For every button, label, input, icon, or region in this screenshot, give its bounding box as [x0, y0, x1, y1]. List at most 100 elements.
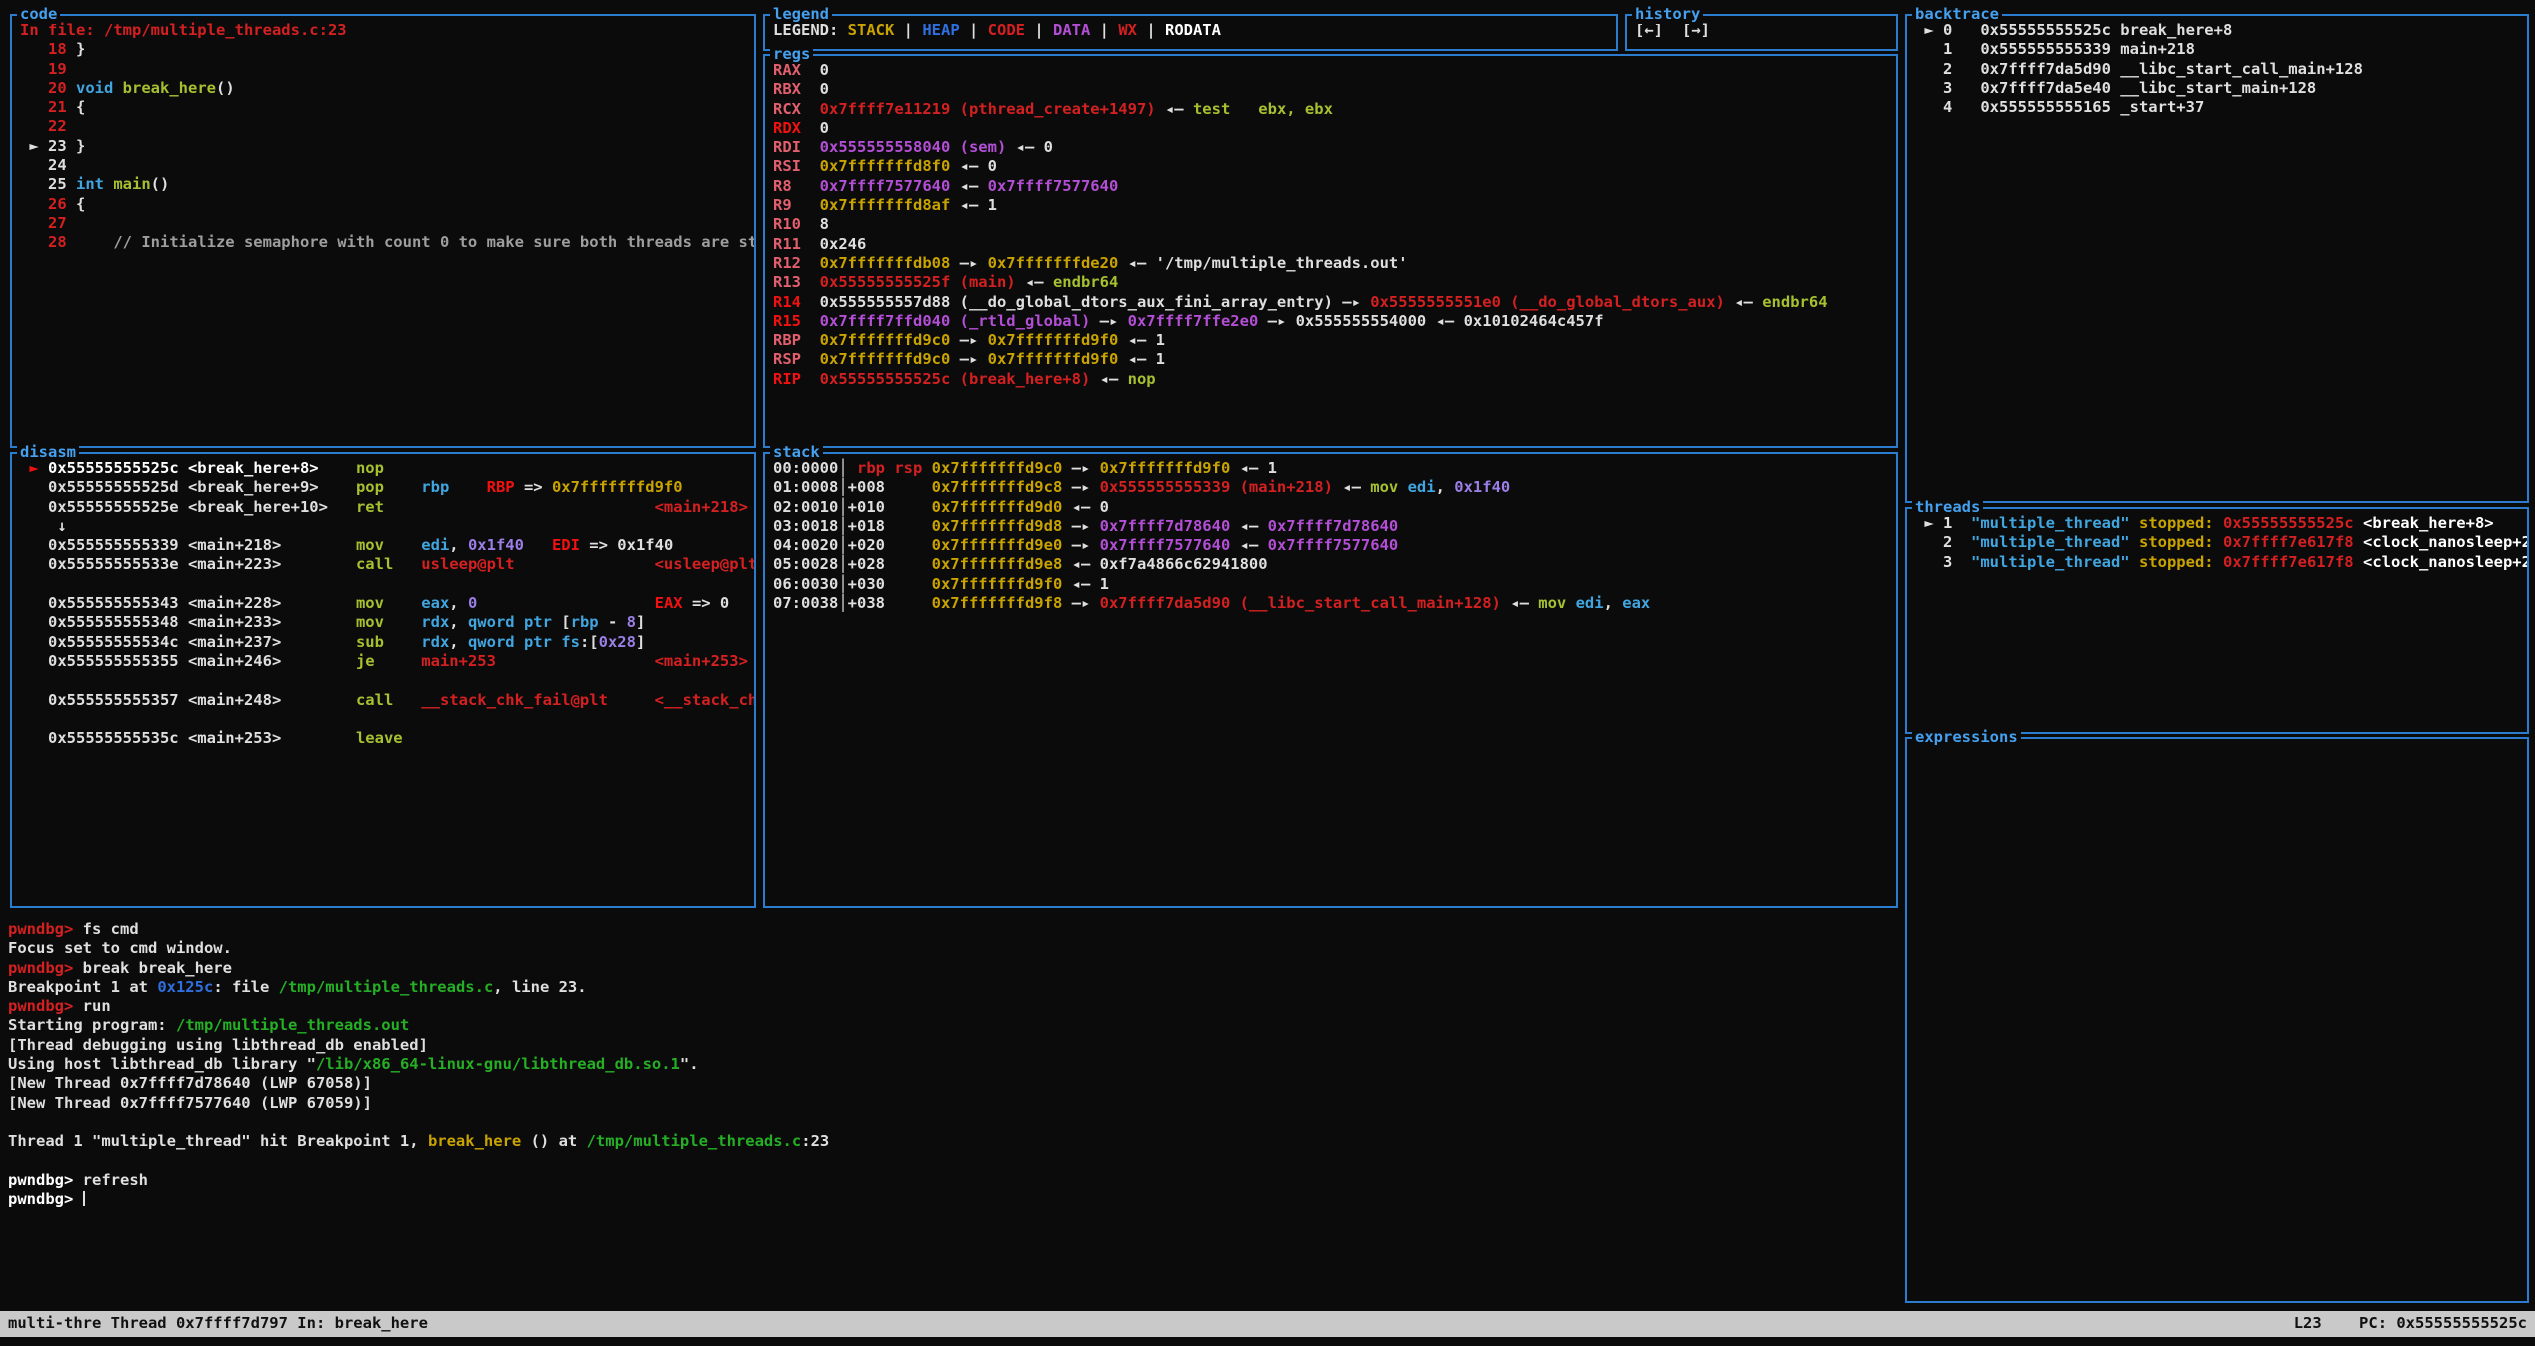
text-line: 22 — [20, 117, 746, 136]
text-line: 18 } — [20, 40, 746, 59]
text-line: 06:0030│+030 0x7fffffffd9f0 ◂— 1 — [773, 575, 1888, 594]
text-line: ↓ — [20, 517, 746, 536]
stack-lines: 00:0000│ rbp rsp 0x7fffffffd9c0 —▸ 0x7ff… — [765, 454, 1896, 906]
text-line: In file: /tmp/multiple_threads.c:23 — [20, 21, 746, 40]
text-line: [Thread debugging using libthread_db ena… — [8, 1036, 1896, 1055]
registers-panel: regs RAX 0RBX 0RCX 0x7ffff7e11219 (pthre… — [763, 54, 1898, 448]
text-line: 07:0038│+038 0x7fffffffd9f8 —▸ 0x7ffff7d… — [773, 594, 1888, 613]
text-line: 00:0000│ rbp rsp 0x7fffffffd9c0 —▸ 0x7ff… — [773, 459, 1888, 478]
text-line: 21 { — [20, 98, 746, 117]
text-line: 28 // Initialize semaphore with count 0 … — [20, 233, 746, 252]
text-line: 01:0008│+008 0x7fffffffd9c8 —▸ 0x5555555… — [773, 478, 1888, 497]
text-line: 3 "multiple_thread" stopped: 0x7ffff7e61… — [1915, 553, 2519, 572]
text-line: 0x555555555343 <main+228> mov eax, 0 EAX… — [20, 594, 746, 613]
text-line — [8, 1152, 1896, 1171]
text-line: 0x555555555348 <main+233> mov rdx, qword… — [20, 613, 746, 632]
backtrace-panel: backtrace ► 0 0x55555555525c break_here+… — [1905, 14, 2529, 503]
text-line: RIP 0x55555555525c (break_here+8) ◂— nop — [773, 370, 1888, 389]
code-panel: code In file: /tmp/multiple_threads.c:23… — [10, 14, 756, 448]
text-line: 26 { — [20, 195, 746, 214]
text-line: 24 — [20, 156, 746, 175]
stack-panel-title: stack — [770, 443, 823, 462]
text-line: R8 0x7ffff7577640 ◂— 0x7ffff7577640 — [773, 177, 1888, 196]
text-line: R11 0x246 — [773, 235, 1888, 254]
text-line: 0x55555555533e <main+223> call usleep@pl… — [20, 555, 746, 574]
text-line: 0x55555555525e <break_here+10> ret <main… — [20, 498, 746, 517]
text-line: 04:0020│+020 0x7fffffffd9e0 —▸ 0x7ffff75… — [773, 536, 1888, 555]
text-line: RCX 0x7ffff7e11219 (pthread_create+1497)… — [773, 100, 1888, 119]
text-line: Breakpoint 1 at 0x125c: file /tmp/multip… — [8, 978, 1896, 997]
text-line: Focus set to cmd window. — [8, 939, 1896, 958]
text-line: ► 0 0x55555555525c break_here+8 — [1915, 21, 2519, 40]
text-line: 27 — [20, 214, 746, 233]
text-line: [New Thread 0x7ffff7d78640 (LWP 67058)] — [8, 1074, 1896, 1093]
threads-panel: threads ► 1 "multiple_thread" stopped: 0… — [1905, 507, 2529, 734]
text-line: 0x55555555525d <break_here+9> pop rbp RB… — [20, 478, 746, 497]
text-line: 3 0x7ffff7da5e40 __libc_start_main+128 — [1915, 79, 2519, 98]
pwndbg-screen: code In file: /tmp/multiple_threads.c:23… — [0, 0, 2535, 1346]
text-line: ► 23 } — [20, 137, 746, 156]
text-line: R9 0x7fffffffd8af ◂— 1 — [773, 196, 1888, 215]
command-terminal[interactable]: pwndbg> fs cmdFocus set to cmd window.pw… — [8, 920, 1896, 1308]
expressions-lines — [1907, 739, 2527, 1301]
text-line: RDI 0x555555558040 (sem) ◂— 0 — [773, 138, 1888, 157]
code-panel-title: code — [17, 5, 60, 24]
registers-panel-title: regs — [770, 45, 813, 64]
text-line: R13 0x55555555525f (main) ◂— endbr64 — [773, 273, 1888, 292]
text-line: R10 8 — [773, 215, 1888, 234]
text-line: RSI 0x7fffffffd8f0 ◂— 0 — [773, 157, 1888, 176]
backtrace-panel-title: backtrace — [1912, 5, 2002, 24]
legend-panel: legend LEGEND: STACK | HEAP | CODE | DAT… — [763, 14, 1618, 51]
status-bar: multi-thre Thread 0x7ffff7d797 In: break… — [0, 1311, 2535, 1337]
text-line: Using host libthread_db library "/lib/x8… — [8, 1055, 1896, 1074]
text-line: pwndbg> fs cmd — [8, 920, 1896, 939]
text-line: RAX 0 — [773, 61, 1888, 80]
text-line: 2 0x7ffff7da5d90 __libc_start_call_main+… — [1915, 60, 2519, 79]
text-line: R12 0x7fffffffdb08 —▸ 0x7fffffffde20 ◂— … — [773, 254, 1888, 273]
threads-lines: ► 1 "multiple_thread" stopped: 0x5555555… — [1907, 509, 2527, 732]
disassembly-panel: disasm ► 0x55555555525c <break_here+8> n… — [10, 452, 756, 908]
text-line: 03:0018│+018 0x7fffffffd9d8 —▸ 0x7ffff7d… — [773, 517, 1888, 536]
text-line: pwndbg> — [8, 1190, 1896, 1209]
text-line: Thread 1 "multiple_thread" hit Breakpoin… — [8, 1132, 1896, 1151]
text-line: [New Thread 0x7ffff7577640 (LWP 67059)] — [8, 1094, 1896, 1113]
text-line: 0x555555555357 <main+248> call __stack_c… — [20, 691, 746, 710]
disassembly-lines: ► 0x55555555525c <break_here+8> nop 0x55… — [12, 454, 754, 906]
text-line — [20, 671, 746, 690]
text-line — [20, 575, 746, 594]
text-line: pwndbg> refresh — [8, 1171, 1896, 1190]
text-line: 2 "multiple_thread" stopped: 0x7ffff7e61… — [1915, 533, 2519, 552]
history-panel-title: history — [1632, 5, 1703, 24]
text-line: 0x55555555534c <main+237> sub rdx, qword… — [20, 633, 746, 652]
text-line: RSP 0x7fffffffd9c0 —▸ 0x7fffffffd9f0 ◂— … — [773, 350, 1888, 369]
text-line: ► 0x55555555525c <break_here+8> nop — [20, 459, 746, 478]
text-line: 19 — [20, 60, 746, 79]
status-bar-right: L23 PC: 0x55555555525c — [2294, 1314, 2527, 1333]
text-line: 20 void break_here() — [20, 79, 746, 98]
text-line: R15 0x7ffff7ffd040 (_rtld_global) —▸ 0x7… — [773, 312, 1888, 331]
text-line: 0x55555555535c <main+253> leave — [20, 729, 746, 748]
text-line: pwndbg> run — [8, 997, 1896, 1016]
text-line — [8, 1113, 1896, 1132]
stack-panel: stack 00:0000│ rbp rsp 0x7fffffffd9c0 —▸… — [763, 452, 1898, 908]
text-line: 25 int main() — [20, 175, 746, 194]
text-line: 05:0028│+028 0x7fffffffd9e8 ◂— 0xf7a4866… — [773, 555, 1888, 574]
text-line: R14 0x555555557d88 (__do_global_dtors_au… — [773, 293, 1888, 312]
text-line: 4 0x555555555165 _start+37 — [1915, 98, 2519, 117]
history-panel: history [←] [→] — [1625, 14, 1898, 51]
text-line: 1 0x555555555339 main+218 — [1915, 40, 2519, 59]
text-line: RBX 0 — [773, 80, 1888, 99]
text-line: pwndbg> break break_here — [8, 959, 1896, 978]
backtrace-lines: ► 0 0x55555555525c break_here+8 1 0x5555… — [1907, 16, 2527, 501]
text-line: RDX 0 — [773, 119, 1888, 138]
text-line — [20, 710, 746, 729]
text-line: ► 1 "multiple_thread" stopped: 0x5555555… — [1915, 514, 2519, 533]
text-line: 0x555555555339 <main+218> mov edi, 0x1f4… — [20, 536, 746, 555]
legend-panel-title: legend — [770, 5, 832, 24]
terminal-cursor — [83, 1191, 85, 1206]
legend-lines: LEGEND: STACK | HEAP | CODE | DATA | WX … — [765, 16, 1616, 49]
text-line: 02:0010│+010 0x7fffffffd9d0 ◂— 0 — [773, 498, 1888, 517]
text-line: Starting program: /tmp/multiple_threads.… — [8, 1016, 1896, 1035]
text-line: RBP 0x7fffffffd9c0 —▸ 0x7fffffffd9f0 ◂— … — [773, 331, 1888, 350]
expressions-panel: expressions — [1905, 737, 2529, 1303]
